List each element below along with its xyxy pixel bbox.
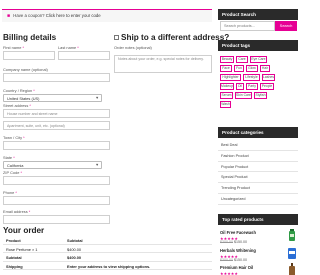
tag-link[interactable]: Highlighter <box>220 74 241 81</box>
street-label: Street address * <box>3 103 31 108</box>
tag-link[interactable]: Eye Care <box>250 56 267 63</box>
street-input[interactable]: House number and street name <box>3 109 110 118</box>
category-item[interactable]: Uncategorized <box>218 194 298 205</box>
product-thumbnail[interactable] <box>286 246 298 260</box>
top-rated-title: Top rated products <box>218 214 298 225</box>
order-notes-label: Order notes (optional) <box>114 45 152 50</box>
email-label: Email address * <box>3 209 31 214</box>
category-item[interactable]: Trending Product <box>218 183 298 194</box>
category-item[interactable]: Special Product <box>218 172 298 184</box>
tag-link[interactable]: Stylish <box>254 92 267 99</box>
your-order-heading: Your order <box>3 226 45 235</box>
zip-input[interactable] <box>3 176 110 185</box>
product-tags-title: Product tags <box>218 40 298 51</box>
country-label: Country / Region * <box>3 88 35 93</box>
tag-link[interactable]: Care <box>236 56 248 63</box>
ship-different-label: Ship to a different address? <box>121 33 230 42</box>
chevron-down-icon: ▼ <box>95 163 99 167</box>
chevron-down-icon: ▼ <box>95 96 99 100</box>
tag-link[interactable]: Wash <box>220 101 231 108</box>
product-categories-title: Product categories <box>218 127 298 138</box>
tag-link[interactable]: Hair <box>260 65 270 72</box>
category-list: Best Deal Fashion Product Popular Produc… <box>218 140 298 205</box>
product-price: $300.00 $150.00 <box>220 258 247 262</box>
top-rated-product[interactable]: Oil Free Facewash ★★★★★ $300.00 $150.00 <box>220 228 298 245</box>
phone-label: Phone * <box>3 190 17 195</box>
billing-heading: Billing details <box>3 33 57 42</box>
coupon-prefix: Have a coupon? <box>13 13 45 18</box>
product-name[interactable]: Herbals Whitening <box>220 248 256 253</box>
table-row: Shipping Enter your address to view ship… <box>3 262 212 270</box>
star-rating: ★★★★★ <box>220 272 239 275</box>
order-table: Product Subtotal Rose Perfume × 1 $400.0… <box>3 236 212 270</box>
town-input[interactable] <box>3 141 110 150</box>
product-name[interactable]: Oil Free Facewash <box>220 230 256 235</box>
ship-different-heading[interactable]: Ship to a different address? <box>114 33 229 42</box>
product-search-title: Product Search <box>218 9 298 20</box>
apartment-input[interactable]: Apartment, suite, unit, etc. (optional) <box>3 121 110 130</box>
order-table-header: Product Subtotal <box>3 236 212 245</box>
order-shipping-value: Enter your address to view shipping opti… <box>67 263 151 269</box>
table-row: Subtotal $400.00 <box>3 253 212 262</box>
phone-input[interactable] <box>3 196 110 205</box>
tag-link[interactable]: Makeup <box>220 83 234 90</box>
last-name-input[interactable] <box>58 51 110 60</box>
order-notes-textarea[interactable]: Notes about your order, e.g. special not… <box>114 55 212 73</box>
state-label: State * <box>3 155 15 160</box>
table-row: Rose Perfume × 1 $400.00 <box>3 245 212 253</box>
category-item[interactable]: Popular Product <box>218 162 298 173</box>
search-input[interactable]: Search products… <box>220 21 275 31</box>
first-name-input[interactable] <box>3 51 55 60</box>
category-item[interactable]: Best Deal <box>218 140 298 151</box>
product-name[interactable]: Premium Hair Oil <box>220 265 253 270</box>
order-shipping-label: Shipping <box>6 263 23 269</box>
tag-link[interactable]: Glow <box>246 65 258 72</box>
last-name-label: Last name * <box>58 45 79 50</box>
state-select[interactable]: California ▼ <box>3 161 102 169</box>
product-thumbnail[interactable] <box>286 263 298 275</box>
tag-link[interactable]: Serum <box>220 92 233 99</box>
company-label: Company name (optional) <box>3 67 48 72</box>
company-input[interactable] <box>3 73 110 82</box>
tag-link[interactable]: People <box>260 83 274 90</box>
search-button[interactable]: Search <box>275 21 297 31</box>
country-select[interactable]: United States (US) ▼ <box>3 94 102 102</box>
zip-label: ZIP Code * <box>3 170 22 175</box>
first-name-label: First name * <box>3 45 24 50</box>
col-product-header: Product <box>6 238 21 243</box>
tag-link[interactable]: Lashes <box>262 74 275 81</box>
coupon-link[interactable]: Click here to enter your code <box>46 13 101 18</box>
category-item[interactable]: Fashion Product <box>218 151 298 162</box>
sidebar: Product Search Search products… Search P… <box>218 0 300 275</box>
tag-link[interactable]: Fun <box>234 65 244 72</box>
order-product-subtotal: $400.00 <box>67 246 82 252</box>
tag-link[interactable]: Oil <box>236 83 244 90</box>
ship-different-checkbox[interactable] <box>114 35 119 41</box>
info-icon: ■ <box>7 13 11 19</box>
email-input[interactable] <box>3 215 110 224</box>
order-product-name: Rose Perfume × 1 <box>6 246 38 252</box>
product-thumbnail[interactable] <box>286 228 298 242</box>
town-label: Town / City * <box>3 135 25 140</box>
top-rated-product[interactable]: Herbals Whitening ★★★★★ $300.00 $150.00 <box>220 246 298 263</box>
order-subtotal-value: $400.00 <box>67 255 82 260</box>
coupon-notice: ■ Have a coupon? Click here to enter you… <box>2 9 212 22</box>
tag-link[interactable]: Lifestyle <box>243 74 260 81</box>
checkout-main: ■ Have a coupon? Click here to enter you… <box>0 0 229 275</box>
tag-link[interactable]: Face <box>220 65 232 72</box>
product-price: $300.00 $150.00 <box>220 240 247 244</box>
tag-link[interactable]: Skin Care <box>235 92 252 99</box>
col-subtotal-header: Subtotal <box>67 238 83 243</box>
tag-link[interactable]: Party <box>246 83 258 90</box>
tag-link[interactable]: Beauty <box>220 56 234 63</box>
top-rated-product[interactable]: Premium Hair Oil ★★★★★ <box>220 263 298 275</box>
order-subtotal-label: Subtotal <box>6 255 22 260</box>
